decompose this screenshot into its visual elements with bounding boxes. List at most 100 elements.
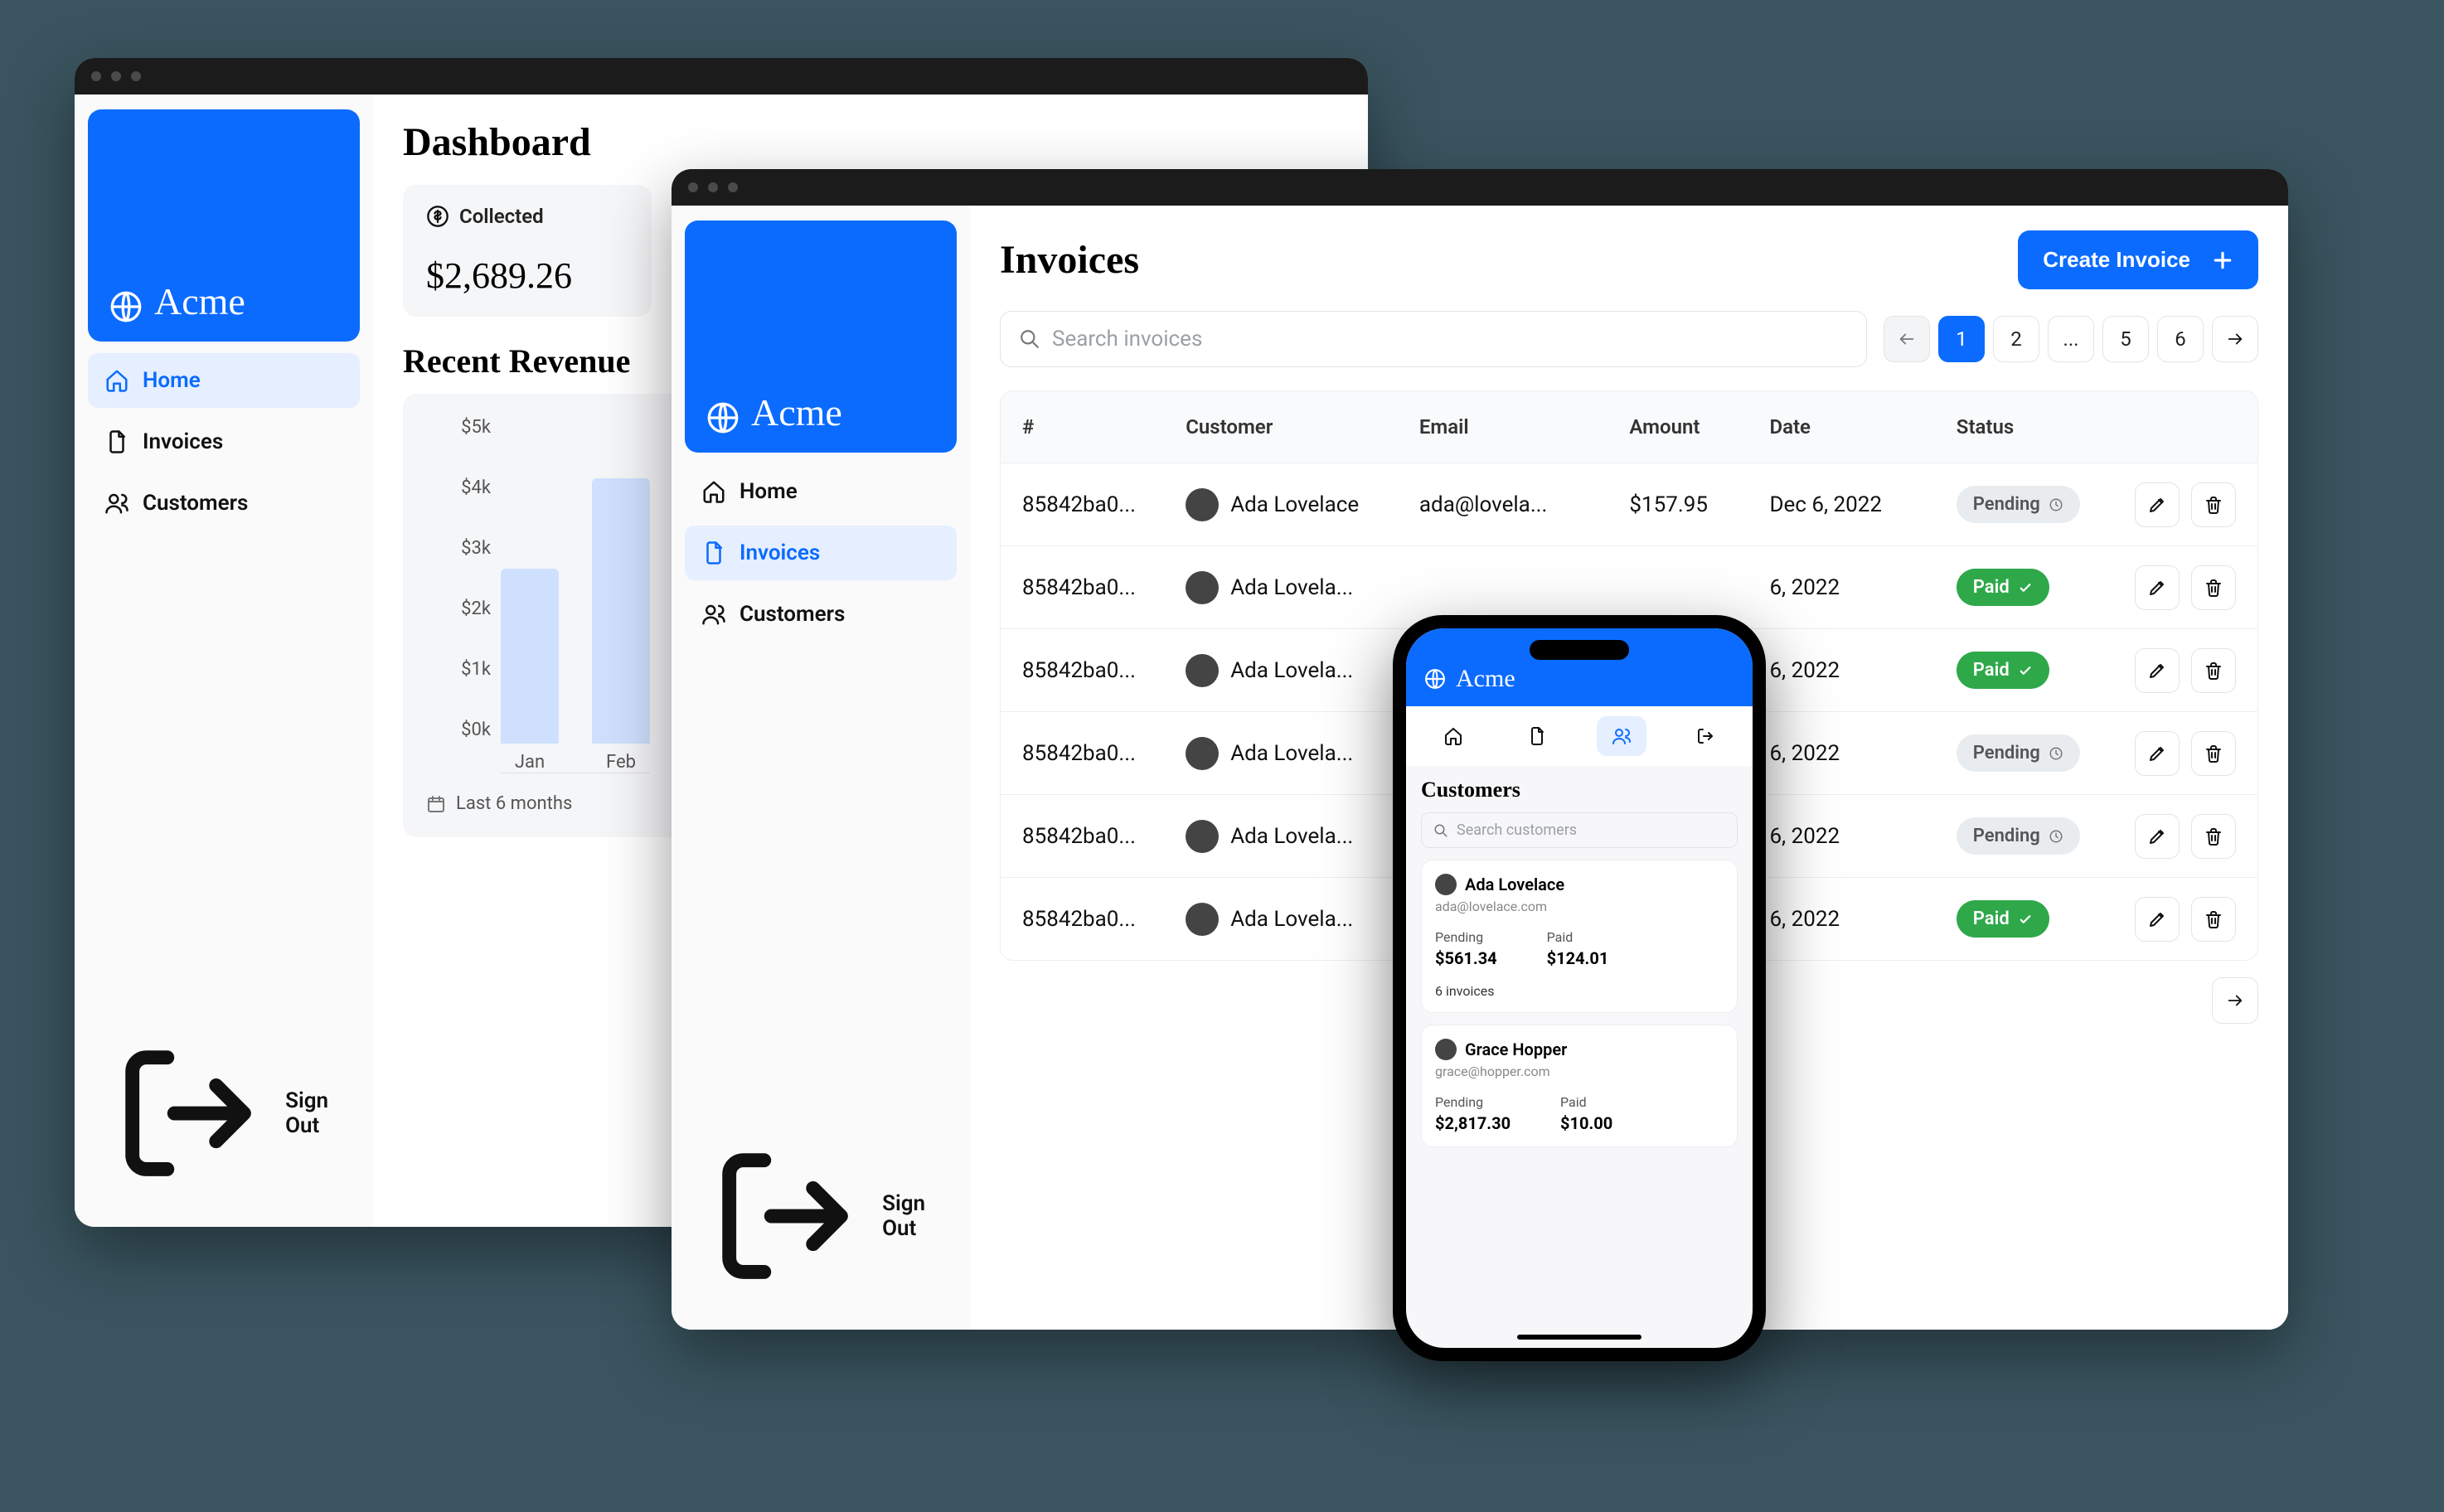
cell-date: 6, 2022	[1769, 824, 1956, 849]
col-header: #	[1022, 415, 1186, 439]
sidebar-item-home[interactable]: Home	[685, 464, 957, 519]
collected-value: $2,689.26	[426, 254, 628, 297]
edit-icon	[2147, 744, 2167, 763]
cell-id: 85842ba0...	[1022, 907, 1186, 932]
check-icon	[2018, 912, 2033, 927]
cell-id: 85842ba0...	[1022, 492, 1186, 517]
avatar	[1186, 903, 1219, 936]
window-dot	[688, 182, 698, 192]
sidebar-item-home[interactable]: Home	[88, 353, 360, 408]
ytick: $3k	[426, 538, 491, 559]
brand-tile: Acme	[88, 109, 360, 342]
delete-button[interactable]	[2191, 731, 2236, 776]
nav-signout[interactable]	[1680, 716, 1730, 756]
avatar	[1186, 654, 1219, 687]
phone-page-title: Customers	[1421, 778, 1738, 802]
cell-email: ada@lovela...	[1419, 492, 1630, 517]
page-title: Dashboard	[403, 119, 1338, 165]
ytick: $5k	[426, 417, 491, 438]
delete-button[interactable]	[2191, 565, 2236, 610]
trash-icon	[2204, 909, 2223, 929]
pager-page-button[interactable]: 5	[2102, 316, 2149, 362]
pending-value: $2,817.30	[1435, 1113, 1511, 1133]
search-input[interactable]: Search invoices	[1000, 311, 1867, 367]
pager-prev-button[interactable]	[1884, 316, 1930, 362]
pending-label: Pending	[1435, 1094, 1511, 1110]
paid-label: Paid	[1547, 929, 1609, 945]
sign-out-label: Sign Out	[882, 1191, 940, 1241]
titlebar	[672, 169, 2288, 206]
ytick: $1k	[426, 659, 491, 680]
delete-button[interactable]	[2191, 482, 2236, 527]
customer-card[interactable]: Grace Hopper grace@hopper.com Pending$2,…	[1421, 1025, 1738, 1147]
edit-button[interactable]	[2135, 565, 2180, 610]
nav-customers[interactable]	[1597, 716, 1646, 756]
pager-next-button[interactable]	[2212, 316, 2258, 362]
paid-value: $10.00	[1560, 1113, 1612, 1133]
edit-button[interactable]	[2135, 897, 2180, 942]
nav-home[interactable]	[1428, 716, 1478, 756]
home-icon	[701, 479, 726, 504]
sidebar-item-invoices[interactable]: Invoices	[88, 414, 360, 469]
phone-search-input[interactable]: Search customers	[1421, 812, 1738, 848]
status-badge-paid: Paid	[1957, 900, 2049, 938]
sidebar-item-customers[interactable]: Customers	[88, 476, 360, 531]
sign-out-button[interactable]: Sign Out	[685, 1117, 957, 1315]
create-invoice-button[interactable]: Create Invoice	[2018, 230, 2258, 289]
brand-name: Acme	[751, 390, 842, 434]
brand-name: Acme	[154, 279, 245, 323]
globe-icon	[109, 290, 143, 323]
revenue-footer: Last 6 months	[456, 793, 572, 814]
pager-page-button[interactable]: 1	[1938, 316, 1985, 362]
calendar-icon	[426, 794, 446, 814]
edit-button[interactable]	[2135, 814, 2180, 859]
cell-status: Pending	[1957, 486, 2120, 523]
delete-button[interactable]	[2191, 897, 2236, 942]
pager-page-button[interactable]: 2	[1993, 316, 2039, 362]
sidebar-item-invoices[interactable]: Invoices	[685, 526, 957, 580]
sidebar-item-label: Home	[143, 368, 201, 393]
cell-customer: Ada Lovela...	[1186, 654, 1419, 687]
avatar	[1186, 571, 1219, 604]
delete-button[interactable]	[2191, 648, 2236, 693]
signout-icon	[1695, 726, 1715, 746]
xtick: Feb	[606, 752, 636, 773]
document-icon	[1527, 726, 1547, 746]
pager-page-button[interactable]: 6	[2157, 316, 2204, 362]
search-icon	[1433, 823, 1448, 838]
col-header: Status	[1957, 415, 2120, 439]
avatar	[1186, 488, 1219, 521]
trash-icon	[2204, 661, 2223, 681]
edit-button[interactable]	[2135, 482, 2180, 527]
cell-id: 85842ba0...	[1022, 741, 1186, 766]
pager-next-button[interactable]	[2212, 977, 2258, 1024]
clock-icon	[2049, 746, 2063, 761]
trash-icon	[2204, 495, 2223, 515]
sidebar-item-customers[interactable]: Customers	[685, 587, 957, 642]
delete-button[interactable]	[2191, 814, 2236, 859]
edit-icon	[2147, 909, 2167, 929]
check-icon	[2018, 663, 2033, 678]
nav-invoices[interactable]	[1512, 716, 1562, 756]
xtick: Jan	[515, 752, 545, 773]
window-dot	[111, 71, 121, 81]
edit-button[interactable]	[2135, 731, 2180, 776]
pager-page-button[interactable]: ...	[2048, 316, 2094, 362]
arrow-right-icon	[2226, 330, 2244, 348]
customer-card[interactable]: Ada Lovelace ada@lovelace.com Pending$56…	[1421, 860, 1738, 1013]
sidebar-item-label: Invoices	[143, 429, 223, 454]
phone-nav	[1406, 706, 1753, 766]
cell-date: 6, 2022	[1769, 741, 1956, 766]
document-icon	[701, 540, 726, 565]
cell-date: Dec 6, 2022	[1769, 492, 1956, 517]
home-icon	[1443, 726, 1463, 746]
sign-out-button[interactable]: Sign Out	[88, 1015, 360, 1212]
users-icon	[1612, 726, 1632, 746]
edit-button[interactable]	[2135, 648, 2180, 693]
sign-out-label: Sign Out	[285, 1088, 343, 1138]
status-badge-pending: Pending	[1957, 486, 2080, 523]
avatar	[1186, 737, 1219, 770]
cell-status: Paid	[1957, 652, 2120, 689]
pending-label: Pending	[1435, 929, 1497, 945]
cell-status: Paid	[1957, 569, 2120, 606]
